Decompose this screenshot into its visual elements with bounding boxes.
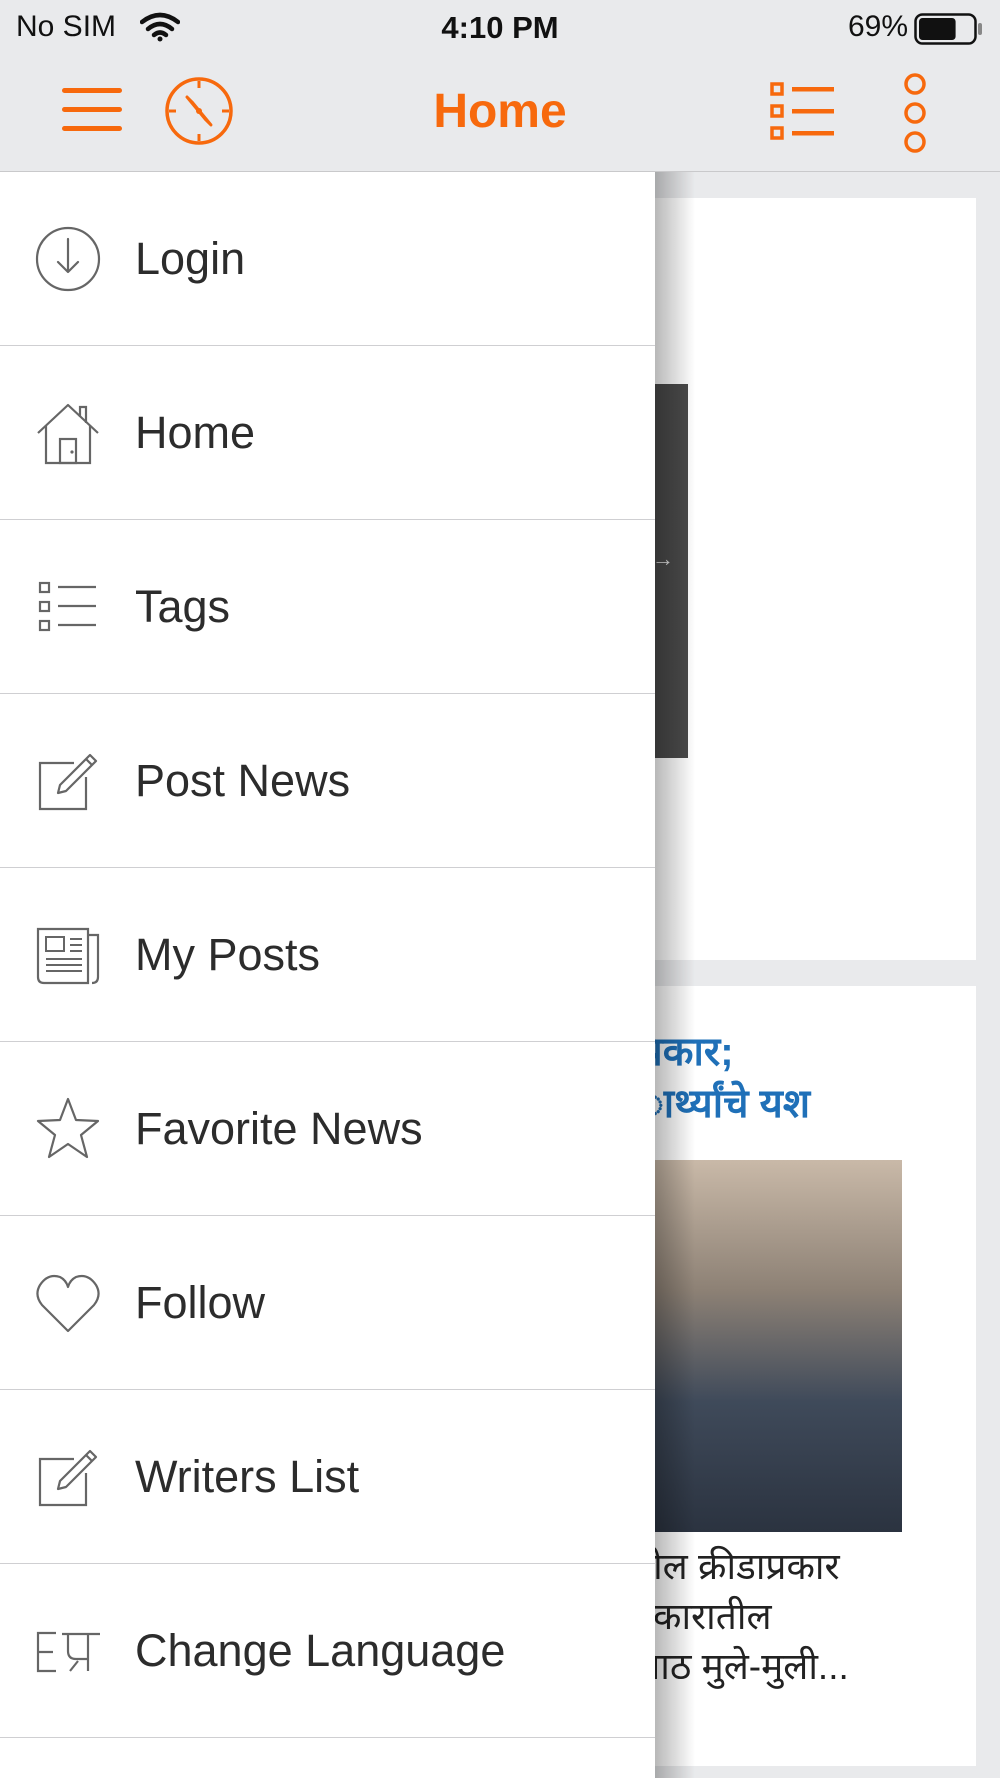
- menu-item-label: My Posts: [135, 928, 321, 980]
- status-bar: No SIM 4:10 PM 69%: [0, 0, 1000, 56]
- menu-item-tags[interactable]: Tags: [0, 520, 655, 694]
- home-icon: [37, 403, 99, 464]
- battery-percent: 69%: [847, 10, 908, 43]
- list-view-icon[interactable]: [770, 80, 836, 142]
- drawer-shadow: [655, 172, 695, 1778]
- menu-item-label: Home: [135, 406, 256, 458]
- menu-item-label: Follow: [135, 1276, 266, 1328]
- menu-item-label: Post News: [135, 754, 351, 806]
- edit-icon: [38, 753, 98, 810]
- star-icon: [36, 1097, 100, 1158]
- menu-item-label: Tags: [135, 580, 231, 632]
- newspaper-icon: [36, 927, 100, 984]
- page-title: Home: [433, 85, 567, 138]
- menu-item-my-posts[interactable]: My Posts: [0, 868, 655, 1042]
- battery-icon: [914, 13, 982, 45]
- menu-item-label: Writers List: [135, 1450, 360, 1502]
- menu-item-follow[interactable]: Follow: [0, 1216, 655, 1390]
- menu-item-writers-list[interactable]: Writers List: [0, 1390, 655, 1564]
- side-drawer: Login Home Tags Post News My Posts Favor…: [0, 172, 655, 1778]
- more-options-icon[interactable]: [898, 72, 932, 154]
- menu-item-change-language[interactable]: Change Language: [0, 1564, 655, 1738]
- tags-icon: [38, 581, 96, 631]
- menu-item-favorite-news[interactable]: Favorite News: [0, 1042, 655, 1216]
- menu-item-label: Favorite News: [135, 1102, 423, 1154]
- login-icon: [35, 226, 101, 291]
- menu-item-label: Login: [135, 232, 246, 284]
- edit-icon: [38, 1449, 98, 1506]
- menu-item-label: Change Language: [135, 1624, 506, 1676]
- menu-item-login[interactable]: Login: [0, 172, 655, 346]
- heart-icon: [36, 1274, 100, 1332]
- menu-item-home[interactable]: Home: [0, 346, 655, 520]
- language-icon: [36, 1631, 100, 1672]
- menu-item-post-news[interactable]: Post News: [0, 694, 655, 868]
- navigation-bar: Home: [0, 56, 1000, 172]
